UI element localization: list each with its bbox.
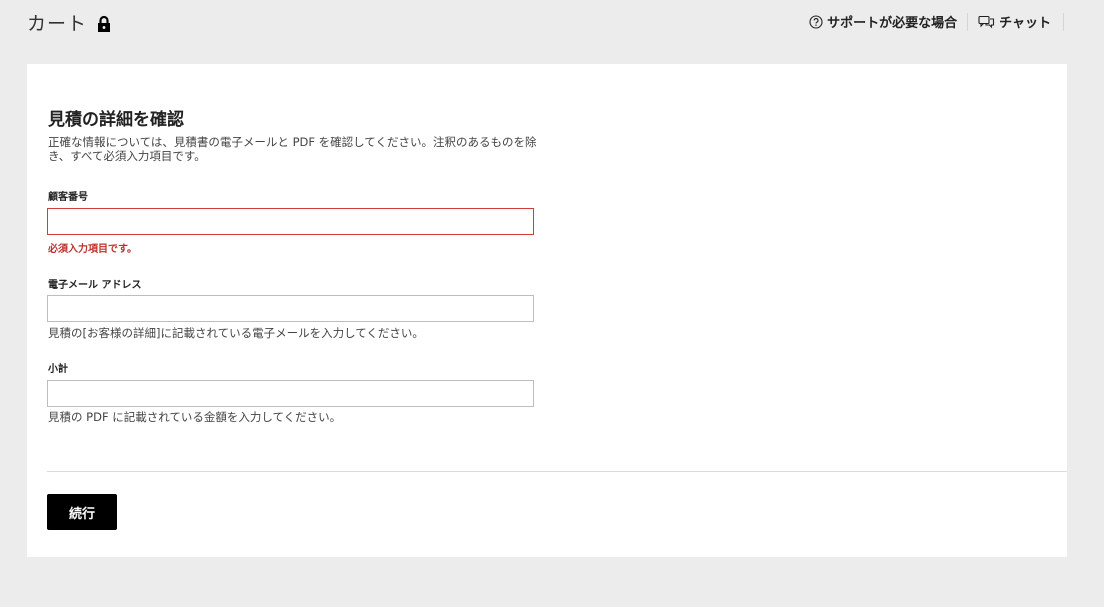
divider bbox=[1063, 12, 1064, 31]
top-bar: カート サポートが必要な場合 チャット bbox=[0, 0, 1104, 44]
lock-icon bbox=[97, 15, 111, 33]
support-label: サポートが必要な場合 bbox=[827, 16, 958, 31]
page-header: カート bbox=[27, 9, 111, 36]
support-link[interactable]: サポートが必要な場合 bbox=[809, 12, 957, 31]
section-divider bbox=[47, 471, 1067, 472]
help-circle-icon bbox=[809, 14, 823, 29]
email-label: 電子メール アドレス bbox=[48, 280, 142, 291]
header-actions: サポートが必要な場合 チャット bbox=[809, 12, 1064, 31]
quote-details-card: 見積の詳細を確認 正確な情報については、見積書の電子メールと PDF を確認して… bbox=[27, 64, 1067, 557]
email-help-text: 見積の[お客様の詳細]に記載されている電子メールを入力してください。 bbox=[48, 326, 424, 340]
customer-number-label: 顧客番号 bbox=[48, 192, 88, 203]
customer-number-error: 必須入力項目です。 bbox=[48, 244, 137, 255]
divider bbox=[967, 12, 969, 31]
chat-label: チャット bbox=[999, 16, 1051, 31]
form-description: 正確な情報については、見積書の電子メールと PDF を確認してください。注釈のあ… bbox=[48, 135, 537, 163]
page-title: カート bbox=[27, 13, 88, 35]
email-field[interactable] bbox=[47, 295, 534, 322]
subtotal-input[interactable] bbox=[47, 380, 534, 407]
chat-bubbles-icon bbox=[978, 15, 995, 29]
form-heading: 見積の詳細を確認 bbox=[48, 110, 184, 130]
customer-number-input[interactable] bbox=[47, 208, 534, 235]
chat-link[interactable]: チャット bbox=[978, 12, 1051, 31]
subtotal-help-text: 見積の PDF に記載されている金額を入力してください。 bbox=[48, 410, 342, 424]
continue-button[interactable]: 続行 bbox=[47, 494, 117, 530]
subtotal-label: 小計 bbox=[48, 364, 68, 375]
